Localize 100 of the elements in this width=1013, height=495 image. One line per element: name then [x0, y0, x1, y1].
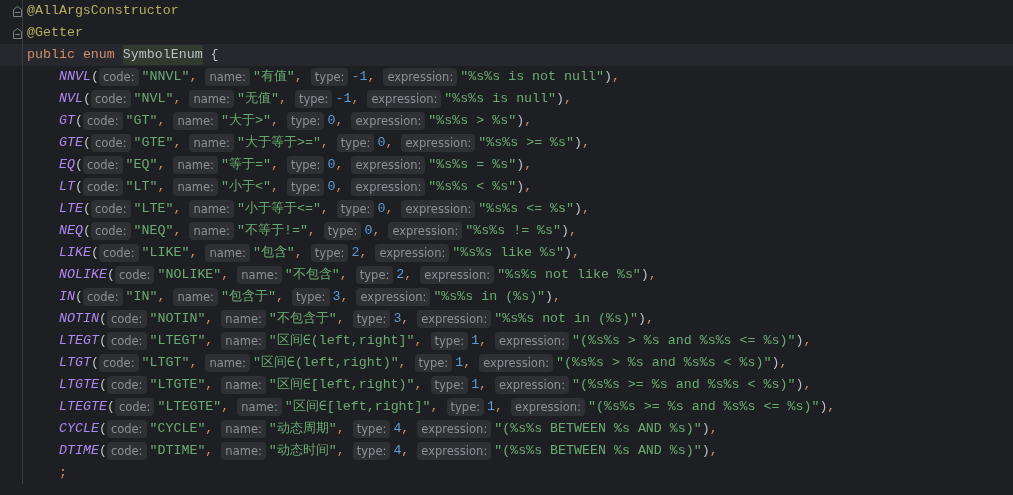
- parameter-hint: type:: [286, 178, 325, 196]
- enum-constant: NOLIKE: [59, 266, 107, 285]
- string-literal: "%s%s > %s": [428, 112, 517, 131]
- parenthesis: (: [106, 266, 115, 285]
- comma: ,: [221, 398, 230, 417]
- comma: ,: [335, 112, 344, 131]
- string-literal: "区间∈[left,right)": [268, 376, 415, 395]
- parameter-hint: expression:: [388, 222, 463, 240]
- parameter-hint: code:: [106, 310, 147, 328]
- string-literal: "%s%s not in (%s)": [494, 310, 638, 329]
- parenthesis: ): [516, 156, 525, 175]
- string-literal: "动态时间": [268, 442, 337, 461]
- parenthesis: (: [98, 442, 107, 461]
- fold-icon[interactable]: [13, 27, 22, 39]
- parenthesis: (: [90, 68, 99, 87]
- parenthesis: ): [771, 354, 780, 373]
- parenthesis: (: [98, 376, 107, 395]
- comma: ,: [401, 442, 410, 461]
- parameter-hint: expression:: [495, 376, 569, 394]
- parameter-hint: name:: [189, 134, 234, 152]
- enum-constant: GTE: [59, 134, 83, 153]
- parameter-hint: code:: [114, 266, 155, 284]
- comma: ,: [335, 156, 344, 175]
- parameter-hint: code:: [90, 90, 131, 108]
- string-literal: "%s%s is not null": [460, 68, 604, 87]
- number-literal: 3: [393, 310, 402, 329]
- enum-constant: IN: [59, 288, 75, 307]
- enum-constant: LTE: [59, 200, 83, 219]
- parameter-hint: code:: [90, 134, 131, 152]
- string-literal: "动态周期": [268, 420, 337, 439]
- parameter-hint: name:: [173, 178, 218, 196]
- parameter-hint: type:: [286, 112, 325, 130]
- comma: ,: [648, 266, 657, 285]
- comma: ,: [827, 398, 836, 417]
- comma: ,: [553, 288, 562, 307]
- parameter-hint: type:: [294, 90, 333, 108]
- parenthesis: (: [98, 420, 107, 439]
- parameter-hint: expression:: [356, 288, 431, 306]
- parenthesis: ): [701, 442, 710, 461]
- enum-constant: NEQ: [59, 222, 83, 241]
- comma: ,: [479, 332, 488, 351]
- comma: ,: [709, 420, 718, 439]
- comma: ,: [645, 310, 654, 329]
- enum-constant: NVL: [59, 90, 83, 109]
- enum-constant: NOTIN: [59, 310, 99, 329]
- parenthesis: (: [74, 178, 83, 197]
- fold-icon[interactable]: [13, 5, 22, 17]
- comma: ,: [351, 90, 360, 109]
- comma: ,: [803, 376, 812, 395]
- comma: ,: [398, 354, 407, 373]
- comma: ,: [320, 134, 329, 153]
- comma: ,: [205, 420, 214, 439]
- parameter-hint: type:: [414, 354, 453, 372]
- parameter-hint: type:: [352, 420, 391, 438]
- comma: ,: [401, 420, 410, 439]
- comma: ,: [430, 398, 439, 417]
- parameter-hint: name:: [221, 310, 266, 328]
- parameter-hint: name:: [173, 156, 218, 174]
- parameter-hint: name:: [237, 266, 282, 284]
- parenthesis: (: [98, 332, 107, 351]
- parenthesis: (: [82, 90, 91, 109]
- parameter-hint: expression:: [351, 156, 426, 174]
- comma: ,: [385, 200, 394, 219]
- annotation: @AllArgsConstructor: [27, 2, 179, 21]
- parameter-hint: code:: [114, 398, 155, 416]
- parenthesis: ): [545, 288, 554, 307]
- comma: ,: [275, 288, 284, 307]
- semicolon: ;: [59, 464, 67, 483]
- enum-constant: CYCLE: [59, 420, 99, 439]
- keyword: enum: [82, 46, 115, 65]
- string-literal: "区间∈(left,right]": [268, 332, 415, 351]
- string-literal: "%s%s is null": [444, 90, 557, 109]
- parameter-hint: code:: [106, 442, 147, 460]
- parameter-hint: code:: [106, 420, 147, 438]
- comma: ,: [372, 222, 381, 241]
- parameter-hint: expression:: [417, 442, 492, 460]
- parameter-hint: code:: [90, 200, 131, 218]
- string-literal: "%s%s < %s": [428, 178, 517, 197]
- comma: ,: [495, 398, 504, 417]
- class-name: SymbolEnum: [122, 45, 203, 65]
- comma: ,: [189, 68, 198, 87]
- enum-constant: NNVL: [59, 68, 91, 87]
- parameter-hint: type:: [323, 222, 362, 240]
- comma: ,: [157, 156, 166, 175]
- comma: ,: [157, 288, 166, 307]
- number-literal: 1: [471, 332, 480, 351]
- number-literal: 1: [471, 376, 480, 395]
- comma: ,: [524, 178, 533, 197]
- string-literal: "包含": [252, 244, 295, 263]
- parameter-hint: type:: [336, 134, 375, 152]
- parameter-hint: type:: [352, 442, 391, 460]
- parenthesis: (: [82, 134, 91, 153]
- parenthesis: (: [98, 310, 107, 329]
- parameter-hint: expression:: [351, 112, 426, 130]
- parameter-hint: name:: [221, 332, 266, 350]
- comma: ,: [463, 354, 472, 373]
- number-literal: 3: [332, 288, 341, 307]
- comma: ,: [173, 222, 182, 241]
- number-literal: 0: [327, 112, 336, 131]
- parenthesis: ): [556, 90, 565, 109]
